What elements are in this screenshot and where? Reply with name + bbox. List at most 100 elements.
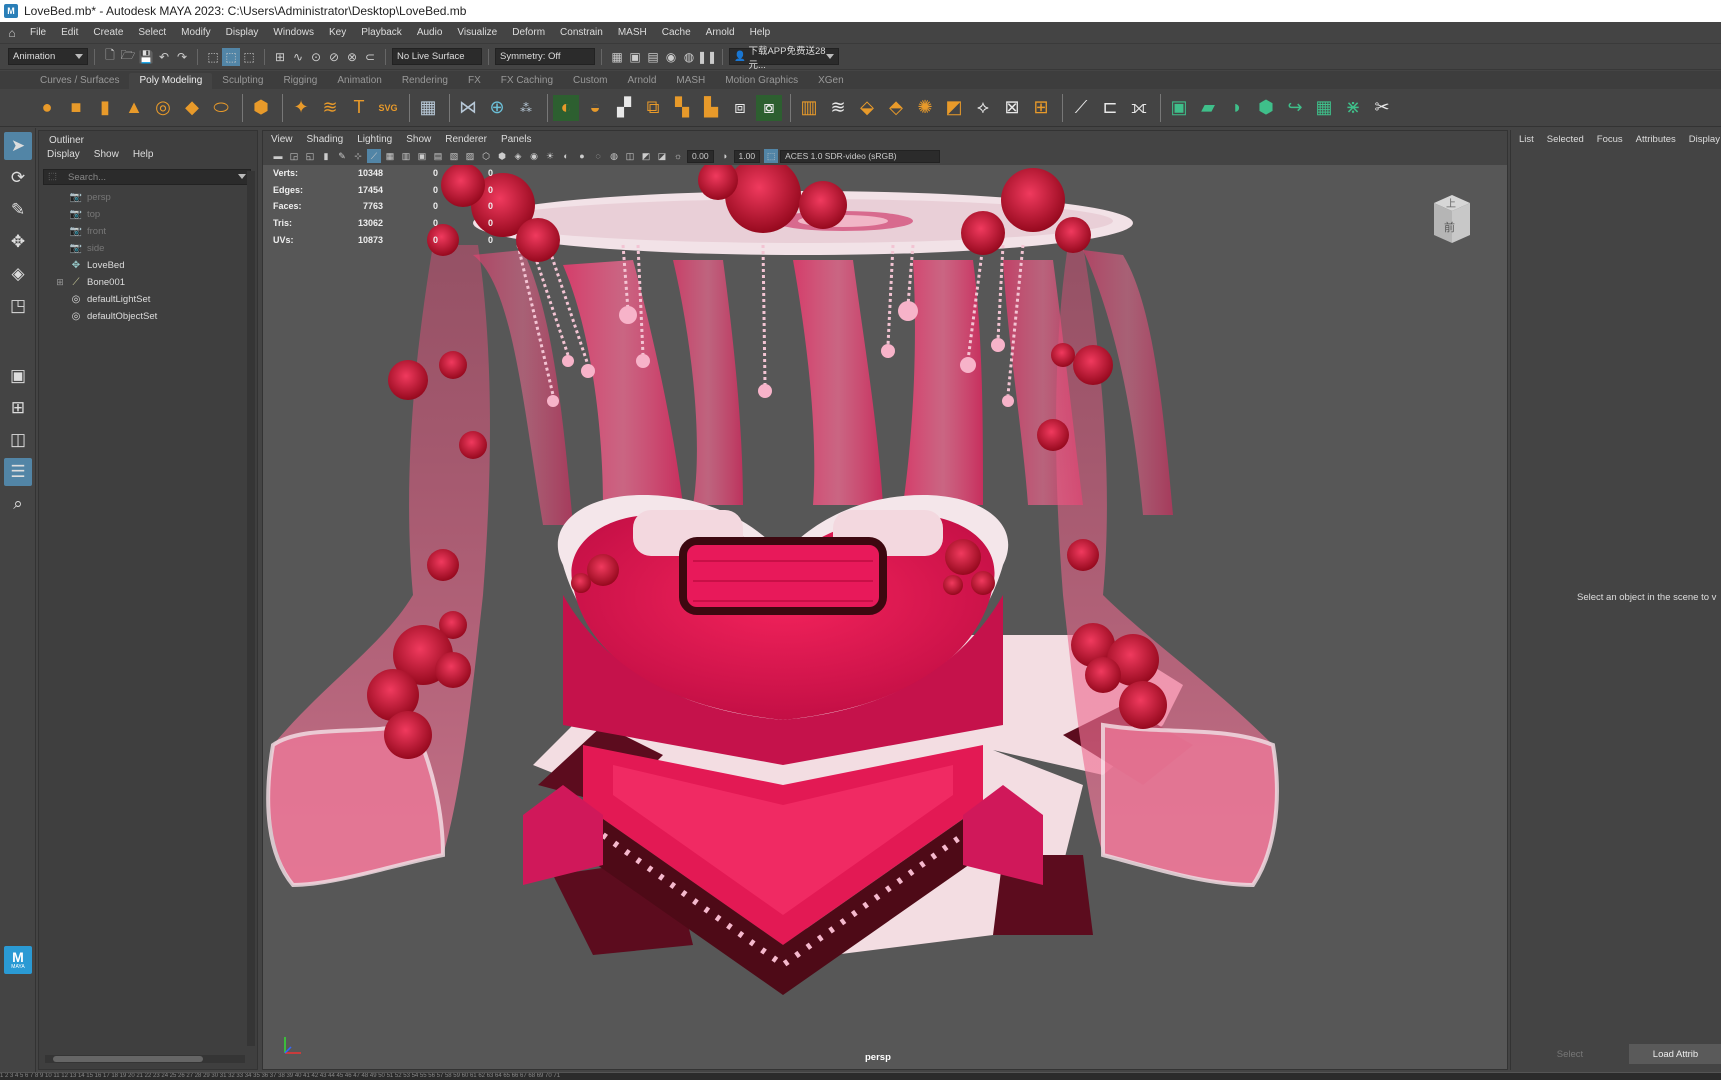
outliner-search-input[interactable]: ⬚ Search...	[43, 169, 251, 185]
xray-joints-icon[interactable]: ◪	[655, 149, 669, 163]
attr-tab-attributes[interactable]: Attributes	[1636, 134, 1676, 145]
3d-viewport[interactable]: Verts: 10348 0 0 Edges: 17454 0 0 Faces: 7763 0 0…	[263, 165, 1507, 1069]
attr-tab-focus[interactable]: Focus	[1597, 134, 1623, 145]
image-plane-icon[interactable]: ▮	[319, 149, 333, 163]
menu-help[interactable]: Help	[744, 27, 780, 38]
select-object-icon[interactable]: ⬚	[222, 47, 240, 66]
move-tool-icon[interactable]: ✥	[4, 228, 32, 256]
ambient-occlusion-icon[interactable]: ●	[575, 149, 589, 163]
poly-cube-icon[interactable]: ■	[63, 95, 89, 121]
shelf-tab-poly-modeling[interactable]: Poly Modeling	[129, 73, 213, 89]
poly-disc-icon[interactable]: ⬭	[208, 95, 234, 121]
menu-mash[interactable]: MASH	[612, 27, 656, 38]
grease-pencil-icon[interactable]: ✎	[335, 149, 349, 163]
symmetry-dropdown[interactable]: Symmetry: Off	[495, 48, 595, 65]
color-management-icon[interactable]: ⬚	[764, 149, 779, 163]
collapse-icon[interactable]: ✺	[912, 95, 938, 121]
extrude-icon[interactable]: ▞	[611, 95, 637, 121]
viewport-menu-view[interactable]: View	[271, 134, 293, 145]
snap-live-icon[interactable]: ⊗	[343, 48, 361, 66]
menu-windows[interactable]: Windows	[267, 27, 323, 38]
outliner-item-lovebed[interactable]: ✥ LoveBed	[39, 257, 257, 274]
shelf-tab-rigging[interactable]: Rigging	[273, 73, 327, 89]
outliner-item-defaultobjectset[interactable]: ◎ defaultObjectSet	[39, 308, 257, 325]
unfold-icon[interactable]: ⋇	[1340, 95, 1366, 121]
poly-cylinder-icon[interactable]: ▮	[92, 95, 118, 121]
poke-icon[interactable]: ◩	[941, 95, 967, 121]
account-dropdown[interactable]: 👤 下载APP免费送28元...	[729, 46, 839, 71]
shelf-tab-mash[interactable]: MASH	[666, 73, 715, 89]
single-view-icon[interactable]: ▣	[4, 362, 32, 390]
spherical-map-icon[interactable]: ⬢	[1253, 95, 1279, 121]
poly-plane-icon[interactable]: ◆	[179, 95, 205, 121]
outliner-item-bone001[interactable]: ⊞ ⟋ Bone001	[39, 274, 257, 291]
menu-display[interactable]: Display	[220, 27, 268, 38]
uv-editor-icon[interactable]: ▣	[1166, 95, 1192, 121]
scrollbar-thumb[interactable]	[53, 1056, 203, 1062]
mesh-grid-icon[interactable]: ▦	[415, 95, 441, 121]
shelf-tab-sculpting[interactable]: Sculpting	[212, 73, 273, 89]
menu-deform[interactable]: Deform	[506, 27, 554, 38]
shelf-tab-xgen[interactable]: XGen	[808, 73, 854, 89]
safe-action-icon[interactable]: ▧	[447, 149, 461, 163]
target-weld-icon[interactable]: ⬙	[854, 95, 880, 121]
exposure-icon[interactable]: ☼	[671, 149, 685, 163]
shadows-icon[interactable]: ◐	[559, 149, 573, 163]
select-component-icon[interactable]: ⬚	[240, 48, 258, 66]
insert-edge-loop-icon[interactable]: ▥	[796, 95, 822, 121]
svg-icon[interactable]: SVG	[375, 95, 401, 121]
xray-icon[interactable]: ◩	[639, 149, 653, 163]
outliner-item-persp[interactable]: 📷 persp	[39, 189, 257, 206]
menu-create[interactable]: Create	[87, 27, 132, 38]
checker-map-icon[interactable]: ▦	[1311, 95, 1337, 121]
poly-sphere-icon[interactable]: ●	[34, 95, 60, 121]
two-view-icon[interactable]: ◫	[4, 426, 32, 454]
new-scene-icon[interactable]: 🗋	[101, 48, 119, 66]
shelf-tab-custom[interactable]: Custom	[563, 73, 617, 89]
merge-icon[interactable]: ⧇	[756, 94, 782, 121]
viewport-menu-panels[interactable]: Panels	[501, 134, 532, 145]
attr-tab-list[interactable]: List	[1519, 134, 1534, 145]
bookmark-icon[interactable]: ◱	[303, 149, 317, 163]
render-settings-icon[interactable]: ◉	[662, 48, 680, 66]
super-shape-icon[interactable]: ✦	[288, 95, 314, 121]
menu-cache[interactable]: Cache	[656, 27, 700, 38]
viewport-menu-show[interactable]: Show	[406, 134, 431, 145]
ipr-render-icon[interactable]: ▤	[644, 48, 662, 66]
shelf-tab-curves-surfaces[interactable]: Curves / Surfaces	[30, 73, 129, 89]
menu-modify[interactable]: Modify	[175, 27, 219, 38]
lasso-tool-icon[interactable]: ⟳	[4, 164, 32, 192]
undo-icon[interactable]: ↶	[155, 48, 173, 66]
anti-aliasing-icon[interactable]: ◍	[607, 149, 621, 163]
gamma-field[interactable]: 1.00	[733, 149, 761, 163]
snap-view-plane-icon[interactable]: ⊘	[325, 48, 343, 66]
four-view-icon[interactable]: ⊞	[4, 394, 32, 422]
cut-uv-icon[interactable]: ✂	[1369, 95, 1395, 121]
outliner-menu-display[interactable]: Display	[47, 149, 80, 165]
attr-tab-display[interactable]: Display	[1689, 134, 1720, 145]
menuset-dropdown[interactable]: Animation	[8, 48, 88, 65]
fill-hole-icon[interactable]: ▙	[698, 95, 724, 121]
save-scene-icon[interactable]: 💾	[137, 48, 155, 66]
camera-select-icon[interactable]: ▬	[271, 149, 285, 163]
menu-audio[interactable]: Audio	[411, 27, 452, 38]
redo-icon[interactable]: ↷	[173, 48, 191, 66]
2d-pan-zoom-icon[interactable]: ⊹	[351, 149, 365, 163]
menu-arnold[interactable]: Arnold	[700, 27, 744, 38]
field-chart-icon[interactable]: ▤	[431, 149, 445, 163]
viewport-menu-lighting[interactable]: Lighting	[357, 134, 392, 145]
select-hierarchy-icon[interactable]: ⬚	[204, 48, 222, 66]
outliner-menu-help[interactable]: Help	[133, 149, 154, 165]
outliner-item-side[interactable]: 📷 side	[39, 240, 257, 257]
wedge-icon[interactable]: ⟡	[970, 95, 996, 121]
connect-icon[interactable]: ⬘	[883, 95, 909, 121]
shelf-tab-fx[interactable]: FX	[458, 73, 491, 89]
shelf-tab-animation[interactable]: Animation	[327, 73, 391, 89]
crease-icon[interactable]: ⊏	[1097, 95, 1123, 121]
home-icon[interactable]: ⌂	[0, 26, 24, 40]
smooth-icon[interactable]: ◐	[553, 94, 579, 121]
viewport-menu-shading[interactable]: Shading	[307, 134, 344, 145]
scale-tool-icon[interactable]: ◳	[4, 292, 32, 320]
cylindrical-map-icon[interactable]: ◗	[1224, 95, 1250, 121]
reduce-icon[interactable]: ◒	[582, 95, 608, 121]
